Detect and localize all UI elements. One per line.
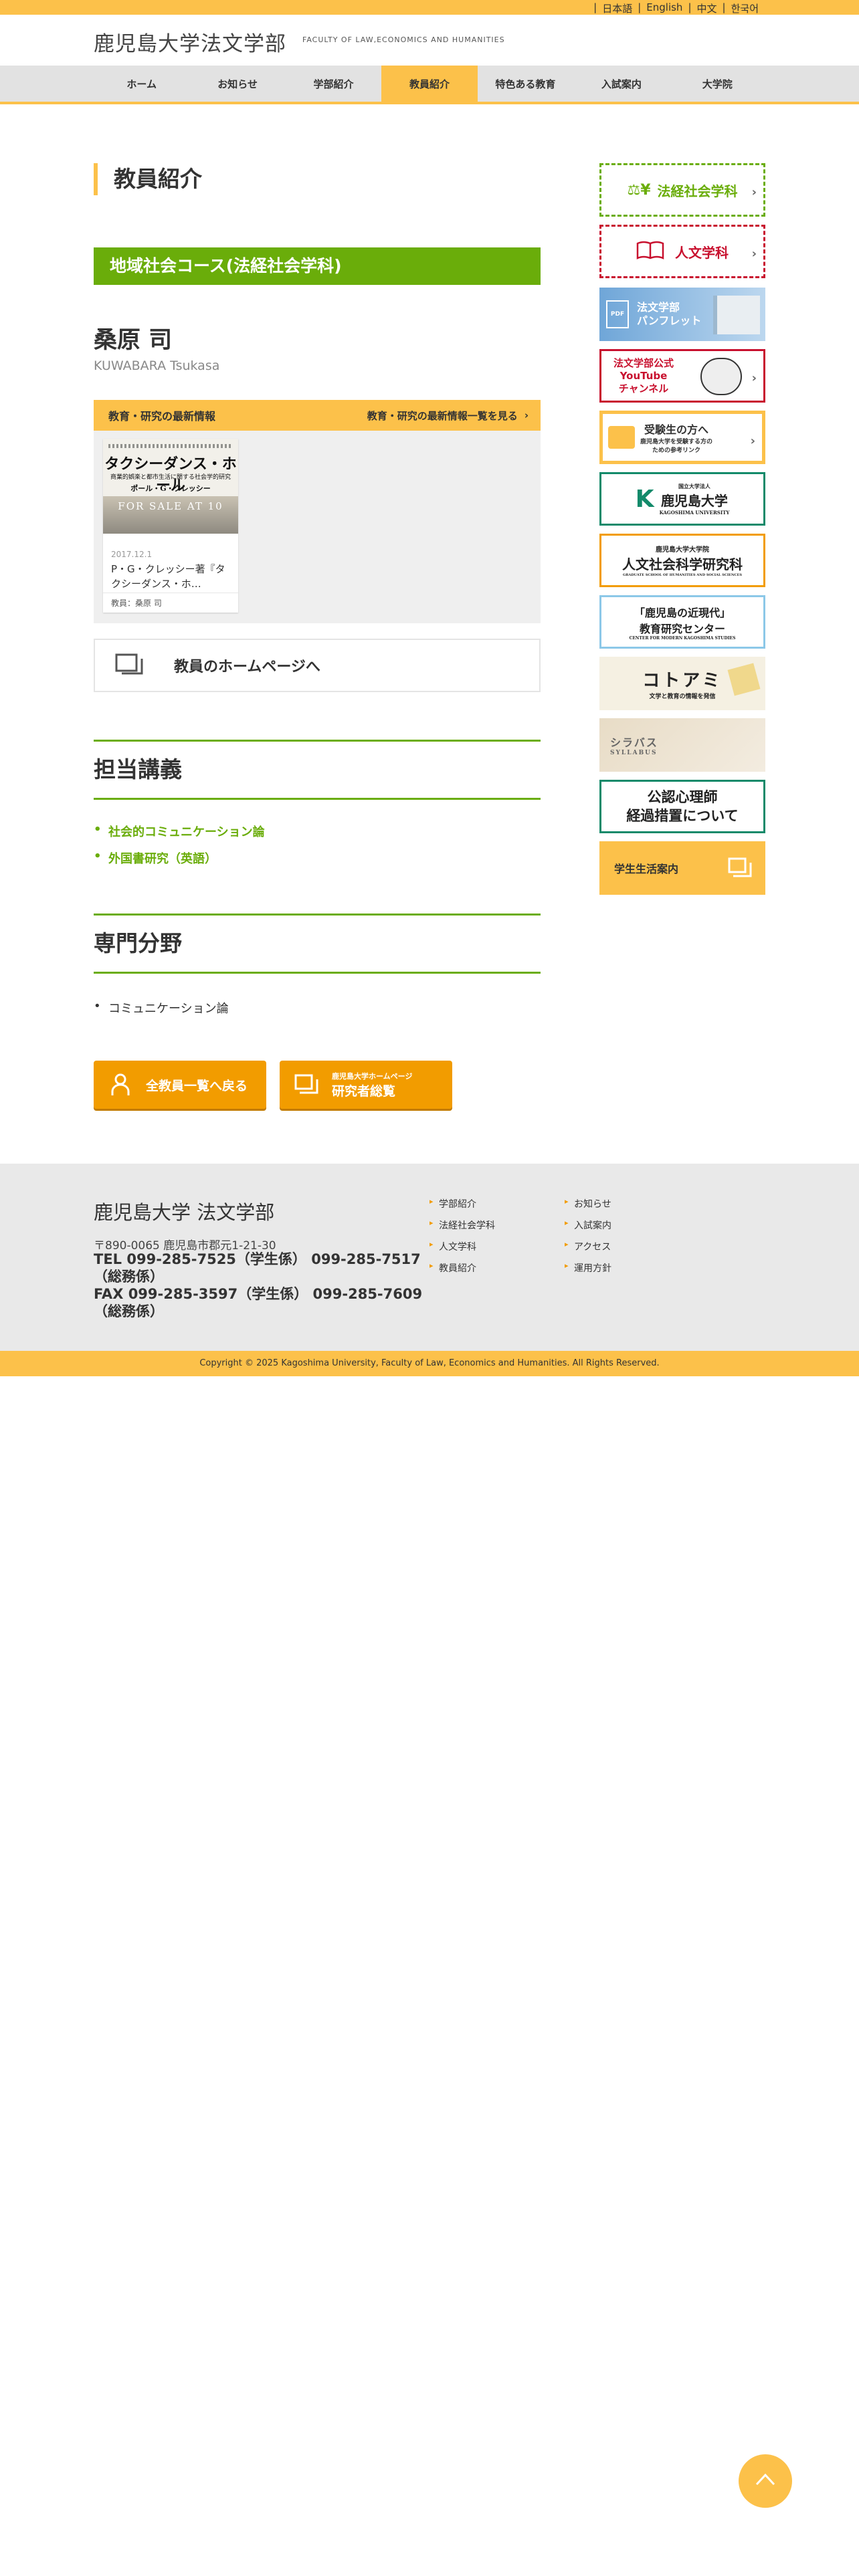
lecture-item[interactable]: 社会的コミュニケーション論 [94,823,265,840]
research-button-sublabel: 鹿児島大学ホームページ [332,1071,413,1081]
chevron-right-icon: › [751,371,757,385]
footer-fax: FAX 099-285-3597（学生係） 099-285-7609（総務係） [94,1286,423,1319]
book-author: ポール・G・クレッシー [130,484,211,493]
news-author: 教員：桑原 司 [103,593,238,613]
lang-japanese[interactable]: 日本語 [602,1,632,15]
banner-prospective-students[interactable]: 受験生の方へ 鹿児島大学を受験する方の ための参考リンク › [599,411,765,464]
field-item: コミュニケーション論 [94,999,229,1016]
footer-link[interactable]: 教員紹介 [430,1261,495,1275]
chevron-right-icon: › [751,247,757,261]
lang-korean[interactable]: 한국어 [731,1,759,15]
nav-about[interactable]: 学部紹介 [286,66,381,102]
language-switcher: | 日本語 | English | 中文 | 한국어 [593,1,759,15]
footer-contact: TEL 099-285-7525（学生係） 099-285-7517（総務係） … [94,1251,435,1320]
banner-youtube[interactable]: 法文学部公式 YouTube チャンネル › [599,349,765,403]
research-button-label: 研究者総覧 [332,1083,396,1099]
copyright: Copyright © 2025 Kagoshima University, F… [0,1351,859,1376]
page-title: 教員紹介 [94,163,541,195]
banner-research-center[interactable]: 「鹿児島の近現代」 教育研究センター CENTER FOR MODERN KAG… [599,595,765,649]
chevron-right-icon: › [751,185,757,199]
footer-link[interactable]: 人文学科 [430,1240,495,1253]
site-footer: 鹿児島大学 法文学部 〒890-0065 鹿児島市郡元1-21-30 TEL 0… [0,1164,859,1351]
news-header: 教育・研究の最新情報 教育・研究の最新情報一覧を見る › [94,400,541,431]
footer-link[interactable]: 法経社会学科 [430,1218,495,1232]
nav-home[interactable]: ホーム [94,66,189,102]
pdf-icon: PDF [606,300,629,328]
footer-link[interactable]: 入試案内 [565,1218,611,1232]
book-banner: FOR SALE AT 10 [118,500,223,512]
faculty-homepage-link[interactable]: 教員のホームページへ [94,639,541,692]
banner-humanities-dept[interactable]: 人文学科 › [599,225,765,278]
lang-chinese[interactable]: 中文 [697,1,717,15]
footer-logo: 鹿児島大学 法文学部 [94,1201,275,1224]
footer-links-col2: お知らせ 入試案内 アクセス 運用方針 [565,1197,611,1283]
banner-psychologist[interactable]: 公認心理師 経過措置について [599,780,765,833]
back-to-top-button[interactable] [739,2454,792,2508]
site-logo[interactable]: 鹿児島大学法文学部 [94,27,286,57]
footer-links-col1: 学部紹介 法経社会学科 人文学科 教員紹介 [430,1197,495,1283]
blocks-illustration-icon [727,663,761,696]
researcher-directory-button[interactable]: 鹿児島大学ホームページ 研究者総覧 [280,1061,452,1109]
book-cover-image: タクシーダンス・ホール 商業的娯楽と都市生活に関する社会学的研究 ポール・G・ク… [103,439,238,534]
top-bar: | 日本語 | English | 中文 | 한국어 [0,0,859,15]
chevron-right-icon: › [524,409,529,421]
nav-education[interactable]: 特色ある教育 [478,66,573,102]
banner-syllabus[interactable]: シラバス SYLLABUS [599,718,765,772]
nav-admission[interactable]: 入試案内 [573,66,669,102]
news-date: 2017.12.1 [111,550,153,559]
latest-news-box: 教育・研究の最新情報 教育・研究の最新情報一覧を見る › タクシーダンス・ホール… [94,400,541,623]
window-stack-icon [114,652,146,679]
footer-link[interactable]: アクセス [565,1240,611,1253]
building-image [713,296,760,334]
footer-link[interactable]: お知らせ [565,1197,611,1210]
back-to-list-button[interactable]: 全教員一覧へ戻る [94,1061,266,1109]
faculty-name-romaji: KUWABARA Tsukasa [94,358,220,373]
window-stack-icon [293,1071,320,1098]
banner-law-dept[interactable]: ⚖¥ 法経社会学科 › [599,163,765,217]
news-title: P・G・クレッシー著『タクシーダンス・ホ… [111,563,225,590]
banner-graduate-school[interactable]: 鹿児島大学大学院 人文社会科学研究科 GRADUATE SCHOOL OF HU… [599,534,765,587]
news-heading: 教育・研究の最新情報 [108,410,216,423]
lecture-item[interactable]: 外国書研究（英語） [94,849,265,867]
banner-kotoami[interactable]: コトアミ 文学と教育の情報を発信 [599,657,765,710]
footer-tel: TEL 099-285-7525（学生係） 099-285-7517（総務係） [94,1251,421,1285]
chevron-up-icon [755,2472,776,2489]
banner-kagoshima-university[interactable]: K 国立大学法人 鹿児島大学 KAGOSHIMA UNIVERSITY [599,472,765,526]
window-stack-icon [727,856,753,883]
pencil-icon [608,426,635,449]
nav-news[interactable]: お知らせ [189,66,285,102]
course-heading: 地域社会コース(法経社会学科) [94,247,541,285]
book-icon [636,241,664,262]
book-subtitle: 商業的娯楽と都市生活に関する社会学的研究 [110,474,231,481]
news-card[interactable]: タクシーダンス・ホール 商業的娯楽と都市生活に関する社会学的研究 ポール・G・ク… [103,439,238,613]
news-more-link[interactable]: 教育・研究の最新情報一覧を見る › [367,409,529,423]
banner-student-life[interactable]: 学生生活案内 [599,841,765,895]
lectures-heading: 担当講義 [94,740,541,800]
kagoshima-university-logo-icon: K [635,485,654,513]
person-icon [107,1071,134,1098]
nav-faculty[interactable]: 教員紹介 [381,66,478,102]
lang-english[interactable]: English [646,1,682,15]
footer-link[interactable]: 学部紹介 [430,1197,495,1210]
faculty-name: 桑原 司 [94,327,173,354]
lectures-list: 社会的コミュニケーション論 外国書研究（英語） [94,823,265,876]
fields-list: コミュニケーション論 [94,999,229,1016]
site-header: 鹿児島大学法文学部 FACULTY OF LAW,ECONOMICS AND H… [0,15,859,66]
sidebar: ⚖¥ 法経社会学科 › 人文学科 › PDF 法文学部 パンフレット 法文学部公… [599,163,765,899]
site-logo-english: FACULTY OF LAW,ECONOMICS AND HUMANITIES [302,35,505,44]
main-nav: ホーム お知らせ 学部紹介 教員紹介 特色ある教育 入試案内 大学院 [0,66,859,104]
movie-illustration-icon [700,358,742,395]
chevron-right-icon: › [750,434,755,448]
banner-pamphlet[interactable]: PDF 法文学部 パンフレット [599,288,765,341]
footer-link[interactable]: 運用方針 [565,1261,611,1275]
nav-graduate[interactable]: 大学院 [670,66,765,102]
fields-heading: 専門分野 [94,914,541,974]
scales-icon: ⚖¥ [627,181,651,199]
